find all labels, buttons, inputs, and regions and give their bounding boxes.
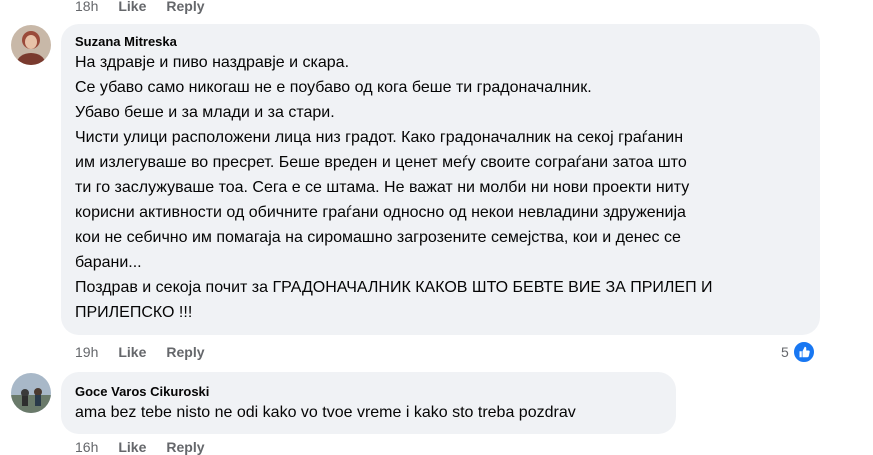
comment-bubble: Suzana Mitreska На здравје и пиво наздра… (61, 24, 820, 335)
reaction-count: 5 (781, 344, 789, 360)
comment-line: ПРИЛЕПСКО !!! (75, 304, 193, 321)
like-icon (791, 340, 816, 364)
reply-button[interactable]: Reply (166, 439, 204, 455)
comment-text: На здравје и пиво наздравје и скара. Се … (75, 50, 808, 325)
avatar[interactable] (11, 25, 51, 65)
reaction-summary[interactable]: 5 (781, 340, 816, 364)
comment-author[interactable]: Suzana Mitreska (75, 34, 808, 50)
comment-timestamp[interactable]: 16h (75, 439, 98, 455)
comment-author[interactable]: Goce Varos Cikuroski (75, 384, 664, 400)
comment-line: Убаво беше и за млади и за стари. (75, 104, 335, 121)
like-button[interactable]: Like (118, 344, 146, 360)
comment-timestamp[interactable]: 18h (75, 0, 98, 14)
comment-line: На здравје и пиво наздравје и скара. (75, 54, 350, 71)
comment-line: им излегуваше во пресрет. Беше вреден и … (75, 154, 687, 171)
reply-button[interactable]: Reply (166, 344, 204, 360)
comment-line: кои не себично им помагаја на сиромашно … (75, 229, 681, 246)
comment-line: Се убаво само никогаш не е поубаво од ко… (75, 79, 592, 96)
comment-line: Чисти улици расположени лица низ градот.… (75, 129, 684, 146)
comment-text: ama bez tebe nisto ne odi kako vo tvoe v… (75, 400, 664, 425)
comment-line: ama bez tebe nisto ne odi kako vo tvoe v… (75, 404, 576, 421)
comment-bubble: Goce Varos Cikuroski ama bez tebe nisto … (61, 372, 676, 434)
comment-line: ти го заслужуваше тоа. Сега е се штама. … (75, 179, 690, 196)
comment-line: корисни активности од обичните граѓани о… (75, 204, 686, 221)
comment-timestamp[interactable]: 19h (75, 344, 98, 360)
comment-actions: 19h Like Reply (75, 344, 205, 360)
like-button[interactable]: Like (118, 439, 146, 455)
avatar[interactable] (11, 373, 51, 413)
reply-button[interactable]: Reply (166, 0, 204, 14)
like-button[interactable]: Like (118, 0, 146, 14)
previous-comment-actions: 18h Like Reply (75, 0, 205, 14)
comment-actions: 16h Like Reply (75, 439, 205, 455)
comment-line: Поздрав и секоја почит за ГРАДОНАЧАЛНИК … (75, 279, 713, 296)
comment-line: барани... (75, 254, 142, 271)
